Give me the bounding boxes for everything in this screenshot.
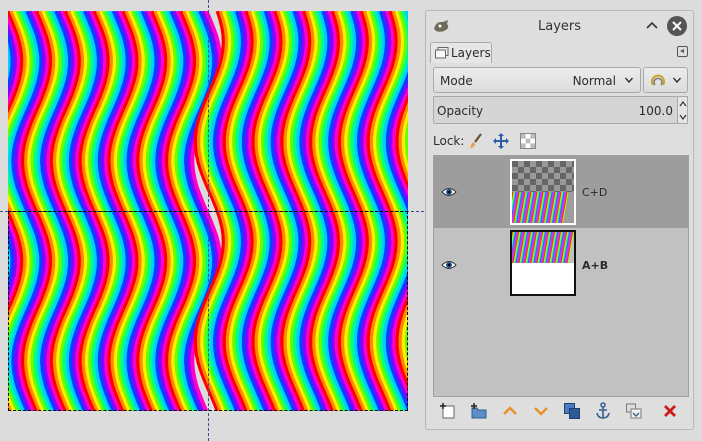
image-canvas-area[interactable] bbox=[0, 0, 424, 441]
move-icon[interactable] bbox=[492, 132, 510, 150]
chevron-down-icon bbox=[673, 77, 681, 84]
layers-dock: Layers Layers Mode Normal Opacity 100.0 … bbox=[425, 10, 694, 430]
layers-tab-icon bbox=[435, 47, 449, 59]
mode-value: Normal bbox=[572, 74, 616, 88]
dock-titlebar[interactable]: Layers bbox=[426, 11, 693, 41]
tab-layers[interactable]: Layers bbox=[430, 42, 492, 63]
new-layer-group-icon[interactable] bbox=[470, 402, 488, 420]
layer-name[interactable]: C+D bbox=[582, 186, 607, 199]
paint-brush-icon[interactable] bbox=[467, 132, 485, 150]
layers-toolbar bbox=[433, 399, 689, 423]
raise-layer-icon[interactable] bbox=[501, 402, 519, 420]
alpha-lock-icon[interactable] bbox=[519, 132, 537, 150]
composite-mode-icon bbox=[651, 74, 665, 86]
lock-row: Lock: bbox=[433, 132, 688, 152]
chevron-down-icon bbox=[625, 77, 633, 84]
layer-row-c-d[interactable]: C+D bbox=[434, 156, 688, 228]
mode-label: Mode bbox=[440, 74, 473, 88]
layer-name[interactable]: A+B bbox=[582, 259, 608, 272]
layer-row-a-b[interactable]: A+B bbox=[434, 228, 688, 300]
spin-down-icon[interactable] bbox=[679, 114, 687, 120]
layer-thumbnail[interactable] bbox=[510, 230, 576, 296]
opacity-label: Opacity bbox=[437, 104, 484, 118]
mode-dropdown[interactable]: Mode Normal bbox=[433, 67, 641, 93]
tab-row: Layers bbox=[426, 42, 693, 64]
eye-icon[interactable] bbox=[441, 186, 457, 198]
close-icon bbox=[672, 21, 682, 31]
tab-menu-icon[interactable] bbox=[677, 46, 688, 57]
delete-layer-icon[interactable] bbox=[661, 402, 679, 420]
vertical-guide bbox=[208, 0, 209, 441]
collapse-icon[interactable] bbox=[643, 17, 661, 35]
tab-label: Layers bbox=[451, 46, 491, 60]
opacity-spinner[interactable] bbox=[677, 96, 688, 124]
layer-thumbnail[interactable] bbox=[510, 159, 576, 225]
close-button[interactable] bbox=[667, 16, 687, 36]
lower-layer-icon[interactable] bbox=[532, 402, 550, 420]
composite-mode-dropdown[interactable] bbox=[643, 67, 688, 93]
anchor-icon[interactable] bbox=[594, 402, 612, 420]
spin-up-icon[interactable] bbox=[679, 101, 687, 107]
new-layer-icon[interactable] bbox=[439, 402, 457, 420]
eye-icon[interactable] bbox=[441, 259, 457, 271]
opacity-field[interactable]: Opacity 100.0 bbox=[433, 96, 678, 124]
horizontal-guide bbox=[0, 211, 424, 212]
layer-list[interactable]: C+D A+B bbox=[433, 155, 689, 397]
opacity-value: 100.0 bbox=[638, 104, 673, 118]
lock-label: Lock: bbox=[433, 134, 465, 148]
duplicate-layer-icon[interactable] bbox=[563, 402, 581, 420]
merge-down-icon[interactable] bbox=[625, 402, 643, 420]
